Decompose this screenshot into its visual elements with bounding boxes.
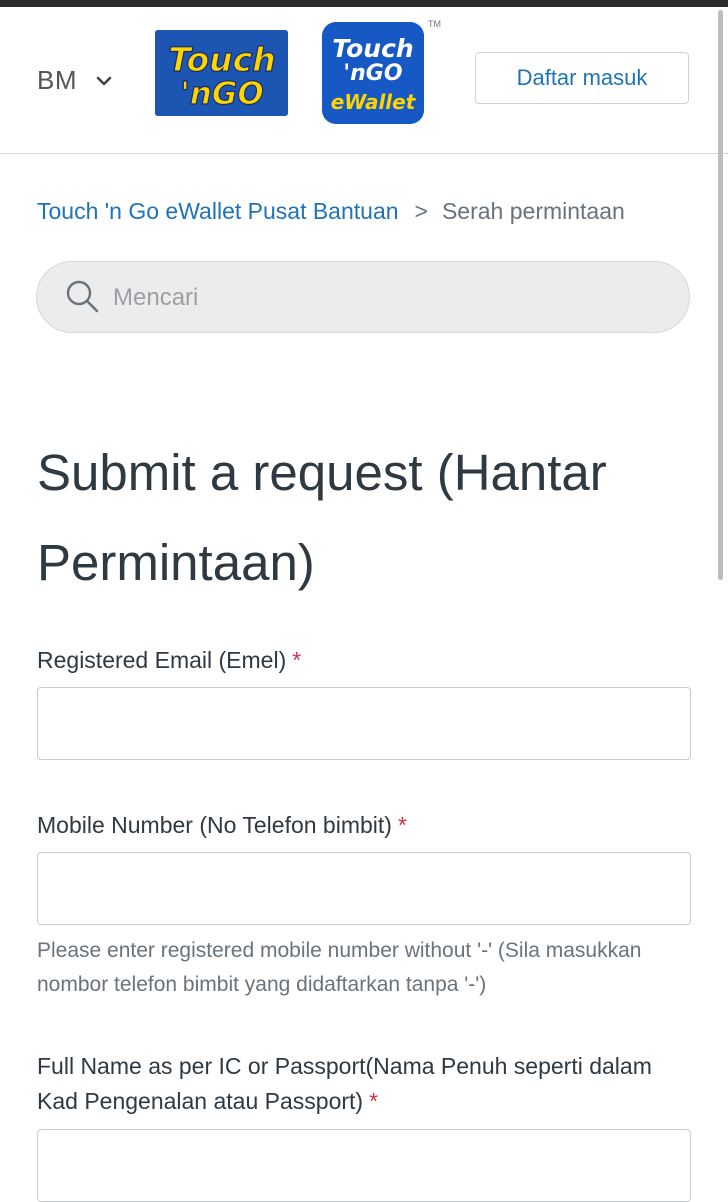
required-asterisk: * bbox=[397, 812, 407, 838]
breadcrumb-current: Serah permintaan bbox=[441, 198, 625, 224]
full-name-label-text: Full Name as per IC or Passport(Nama Pen… bbox=[37, 1053, 652, 1114]
email-input[interactable] bbox=[38, 688, 690, 759]
mobile-field[interactable] bbox=[37, 852, 691, 925]
ewallet-logo-line3: eWallet bbox=[331, 90, 417, 114]
required-asterisk: * bbox=[369, 1088, 379, 1114]
touchngo-logo[interactable]: Touch 'nGO bbox=[155, 30, 288, 116]
sign-in-button[interactable]: Daftar masuk bbox=[475, 52, 689, 104]
full-name-label: Full Name as per IC or Passport(Nama Pen… bbox=[37, 1049, 677, 1119]
mobile-label-text: Mobile Number (No Telefon bimbit) bbox=[37, 812, 392, 838]
mobile-hint: Please enter registered mobile number wi… bbox=[37, 939, 642, 996]
ewallet-logo-line1: Touch bbox=[332, 34, 413, 63]
search-input[interactable] bbox=[111, 262, 675, 334]
mobile-label: Mobile Number (No Telefon bimbit) * bbox=[37, 808, 407, 843]
top-status-strip bbox=[0, 0, 728, 7]
mobile-input[interactable] bbox=[38, 853, 690, 924]
touchngo-logo-line2: 'nGO bbox=[180, 76, 263, 112]
ewallet-logo-line2: 'nGO bbox=[343, 61, 402, 86]
full-name-field[interactable] bbox=[37, 1129, 691, 1202]
trademark-mark: TM bbox=[428, 19, 441, 29]
breadcrumb-home-link[interactable]: Touch 'n Go eWallet Pusat Bantuan bbox=[37, 198, 399, 225]
page-scrollbar[interactable] bbox=[718, 10, 723, 580]
search-icon bbox=[66, 280, 99, 313]
touchngo-ewallet-logo[interactable]: Touch 'nGO eWallet bbox=[322, 22, 424, 124]
page-title: Submit a request (Hantar Permintaan) bbox=[37, 444, 607, 591]
language-label: BM bbox=[37, 65, 77, 95]
touchngo-logo-line1: Touch bbox=[168, 40, 275, 79]
email-label: Registered Email (Emel) * bbox=[37, 643, 301, 678]
email-field[interactable] bbox=[37, 687, 691, 760]
breadcrumb: Touch 'n Go eWallet Pusat Bantuan > Sera… bbox=[37, 198, 625, 225]
chevron-down-icon bbox=[96, 76, 112, 85]
site-header: BM Touch 'nGO Touch 'nGO eWallet TM Daft… bbox=[0, 7, 728, 154]
email-label-text: Registered Email (Emel) bbox=[37, 647, 287, 673]
required-asterisk: * bbox=[292, 647, 302, 673]
full-name-input[interactable] bbox=[38, 1130, 690, 1201]
search-bar bbox=[36, 261, 690, 334]
breadcrumb-separator: > bbox=[414, 198, 428, 224]
language-selector[interactable]: BM bbox=[37, 65, 113, 96]
